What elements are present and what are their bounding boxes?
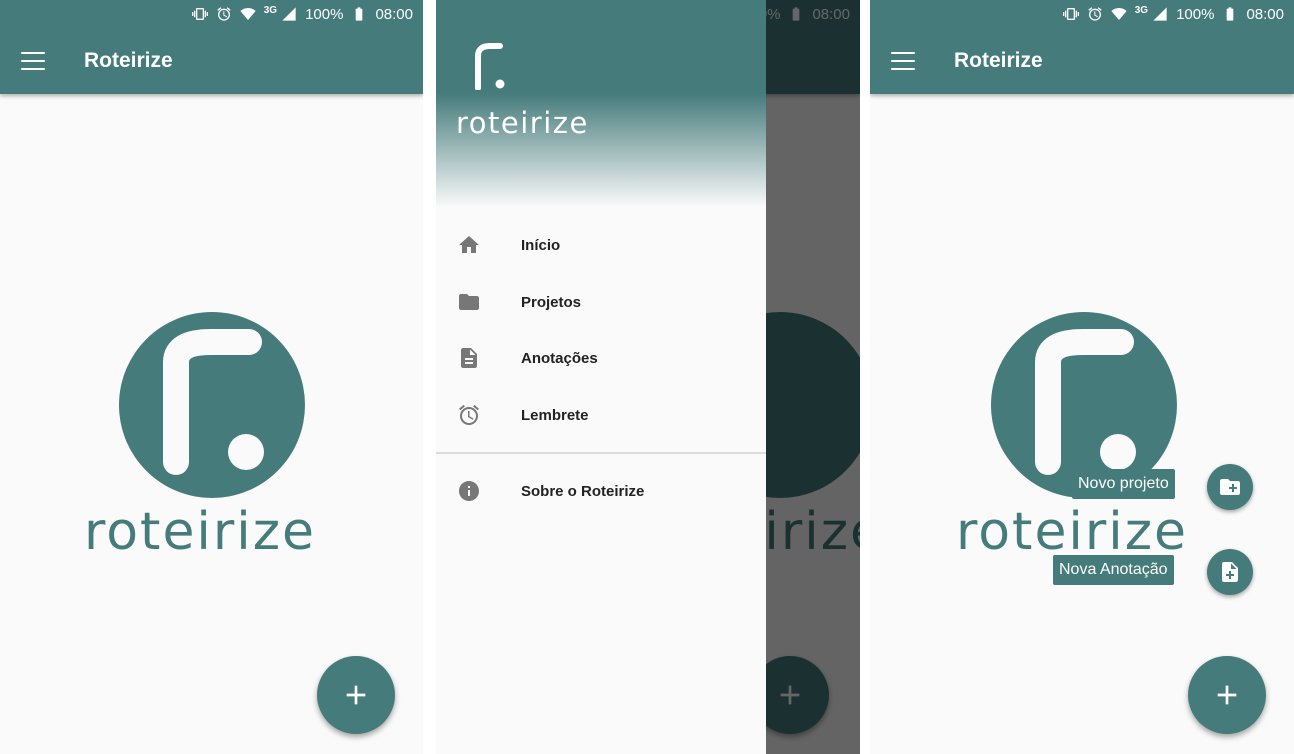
clock: 08:00 <box>375 5 413 23</box>
signal-icon <box>1152 6 1168 22</box>
new-project-button[interactable] <box>1207 464 1253 510</box>
drawer-item-label: Início <box>521 236 561 254</box>
screen-drawer: 3G 100% 08:00 roteirize roteirize Início <box>436 0 860 754</box>
vibrate-icon <box>1063 6 1079 22</box>
document-icon <box>457 346 481 370</box>
drawer-header: roteirize <box>436 0 766 207</box>
drawer-item-lembrete[interactable]: Lembrete <box>436 390 766 440</box>
app-bar: Roteirize <box>0 28 423 94</box>
vibrate-icon <box>192 6 208 22</box>
drawer-item-inicio[interactable]: Início <box>436 220 766 270</box>
screen-home: 3G 100% 08:00 Roteirize roteirize <box>0 0 423 754</box>
drawer-item-label: Projetos <box>521 293 582 311</box>
drawer-divider <box>436 452 766 454</box>
alarm-icon <box>216 6 232 22</box>
drawer-item-label: Lembrete <box>521 406 589 424</box>
battery-icon <box>1222 6 1238 22</box>
drawer-item-sobre[interactable]: Sobre o Roteirize <box>436 466 766 516</box>
logo-wordmark: roteirize <box>956 502 1188 562</box>
wifi-icon <box>1111 6 1127 22</box>
drawer-logo-icon <box>475 43 505 90</box>
battery-percent: 100% <box>305 5 344 23</box>
battery-percent: 100% <box>1176 5 1215 23</box>
battery-icon <box>351 6 367 22</box>
drawer-brand: roteirize <box>456 106 589 140</box>
clock: 08:00 <box>1246 5 1284 23</box>
add-fab[interactable] <box>317 656 395 734</box>
info-icon <box>457 479 481 503</box>
menu-icon[interactable] <box>891 52 915 70</box>
new-note-button[interactable] <box>1207 549 1253 595</box>
folder-icon <box>457 290 481 314</box>
signal-icon <box>281 6 297 22</box>
note-add-icon <box>1218 560 1242 584</box>
alarm-icon <box>457 403 481 427</box>
navigation-drawer: roteirize Início Projetos Anotações Lemb… <box>436 0 766 754</box>
folder-add-icon <box>1218 475 1242 499</box>
app-title: Roteirize <box>954 49 1043 72</box>
add-fab[interactable] <box>1188 656 1266 734</box>
plus-icon <box>1211 679 1243 711</box>
app-bar: Roteirize <box>870 28 1294 94</box>
drawer-item-anotacoes[interactable]: Anotações <box>436 333 766 383</box>
screen-speed-dial: 3G 100% 08:00 Roteirize roteirize Novo p… <box>870 0 1294 754</box>
alarm-icon <box>1087 6 1103 22</box>
network-type: 3G <box>1134 4 1149 16</box>
drawer-item-label: Anotações <box>521 349 598 367</box>
logo-wordmark: roteirize <box>84 502 316 562</box>
status-bar: 3G 100% 08:00 <box>0 0 423 28</box>
plus-icon <box>340 679 372 711</box>
wifi-icon <box>240 6 256 22</box>
drawer-item-projetos[interactable]: Projetos <box>436 277 766 327</box>
drawer-item-label: Sobre o Roteirize <box>521 482 645 500</box>
home-icon <box>457 233 481 257</box>
menu-icon[interactable] <box>21 52 45 70</box>
new-note-label[interactable]: Nova Anotação <box>1053 555 1174 585</box>
network-type: 3G <box>263 4 278 16</box>
new-project-label[interactable]: Novo projeto <box>1072 469 1175 499</box>
status-bar: 3G 100% 08:00 <box>870 0 1294 28</box>
app-title: Roteirize <box>84 49 173 72</box>
